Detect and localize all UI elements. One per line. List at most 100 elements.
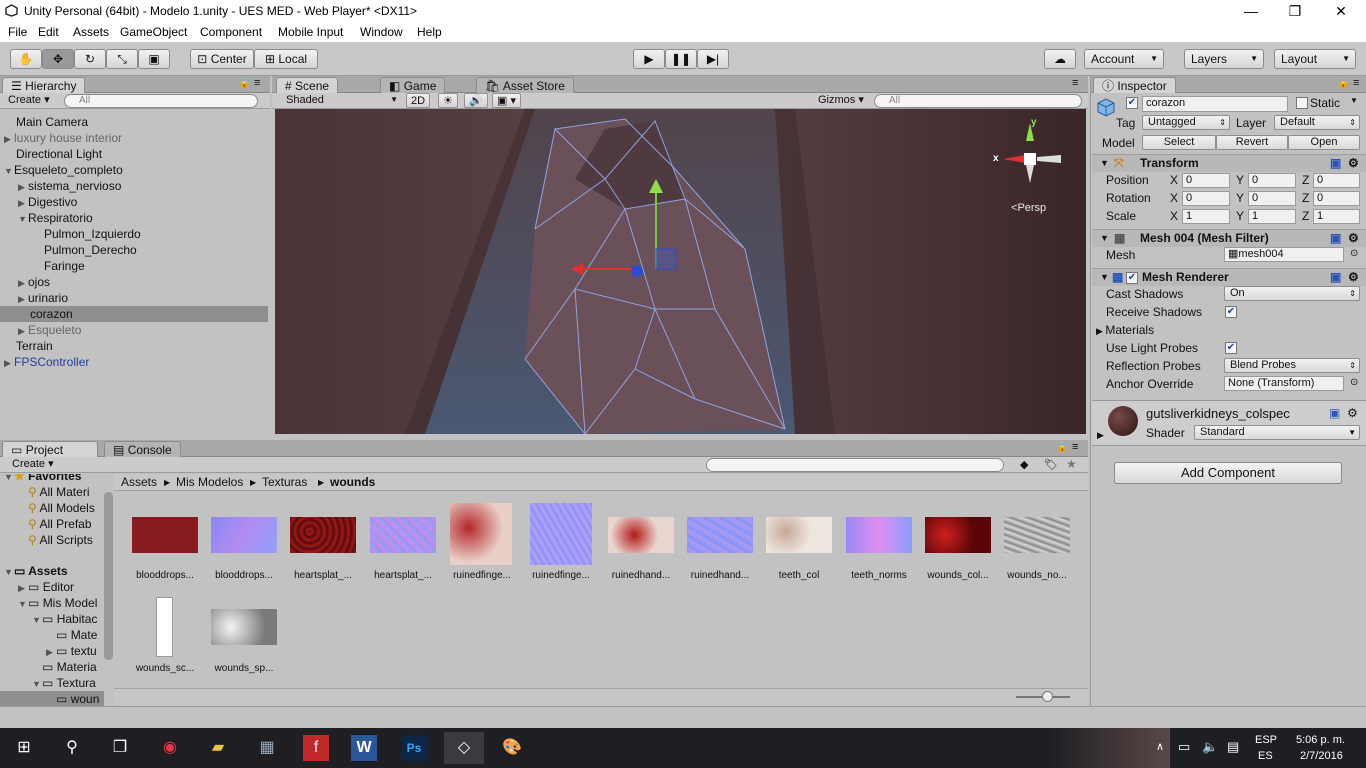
mesh-filter-header[interactable]: ▼ ▦ Mesh 004 (Mesh Filter) ▣ ⚙ bbox=[1092, 229, 1366, 247]
collapse-arrow-icon[interactable]: ▼ bbox=[18, 596, 28, 612]
keyboard-icon[interactable]: ▤ bbox=[1227, 739, 1239, 755]
breadcrumb-wounds[interactable]: wounds bbox=[330, 474, 375, 491]
volume-icon[interactable]: 🔈 bbox=[1202, 739, 1218, 755]
texture-thumbnail[interactable] bbox=[370, 517, 436, 553]
effects-dropdown-icon[interactable]: ▣ ▾ bbox=[492, 93, 521, 108]
search-icon[interactable]: ⚲ bbox=[52, 732, 92, 764]
mesh-renderer-header[interactable]: ▼ ▦ ✔ Mesh Renderer ▣ ⚙ bbox=[1092, 268, 1366, 286]
rotate-tool-icon[interactable]: ↻ bbox=[74, 49, 106, 69]
asset-label[interactable]: wounds_no... bbox=[998, 570, 1076, 581]
hierarchy-item-digestivo[interactable]: ▶ Digestivo bbox=[0, 194, 268, 210]
tree-all-models[interactable]: ⚲ All Models bbox=[0, 500, 104, 516]
help-icon[interactable]: ▣ bbox=[1329, 406, 1340, 420]
tab-project[interactable]: ▭ Project bbox=[2, 441, 98, 457]
add-component-button[interactable]: Add Component bbox=[1114, 462, 1342, 484]
flash-icon[interactable]: f bbox=[303, 735, 329, 761]
cloud-button[interactable]: ☁ bbox=[1044, 49, 1076, 69]
hierarchy-item-faringe[interactable]: Faringe bbox=[0, 258, 268, 274]
model-revert-button[interactable]: Revert bbox=[1216, 135, 1288, 150]
rect-tool-icon[interactable]: ▣ bbox=[138, 49, 170, 69]
keyboard-layout-label[interactable]: ES bbox=[1258, 750, 1273, 762]
rotation-z-field[interactable]: 0 bbox=[1313, 191, 1360, 206]
texture-thumbnail[interactable] bbox=[766, 517, 832, 553]
orientation-gizmo[interactable]: y x bbox=[993, 117, 1065, 199]
texture-thumbnail[interactable] bbox=[132, 517, 198, 553]
hierarchy-item-fpscontroller[interactable]: ▶ FPSController bbox=[0, 354, 268, 370]
menu-icon[interactable]: ≡ bbox=[254, 77, 260, 89]
static-checkbox[interactable] bbox=[1296, 97, 1308, 109]
hierarchy-item-urinario[interactable]: ▶ urinario bbox=[0, 290, 268, 306]
step-button[interactable]: ▶| bbox=[697, 49, 729, 69]
menu-icon[interactable]: ≡ bbox=[1072, 441, 1078, 453]
model-select-button[interactable]: Select bbox=[1142, 135, 1216, 150]
menu-help[interactable]: Help bbox=[417, 25, 442, 39]
tree-all-scripts[interactable]: ⚲ All Scripts bbox=[0, 532, 104, 548]
hierarchy-item-sistema-nervioso[interactable]: ▶ sistema_nervioso bbox=[0, 178, 268, 194]
help-icon[interactable]: ▣ bbox=[1330, 155, 1341, 172]
position-z-field[interactable]: 0 bbox=[1313, 173, 1360, 188]
texture-thumbnail[interactable] bbox=[211, 517, 277, 553]
2d-toggle[interactable]: 2D bbox=[406, 93, 431, 108]
expand-arrow-icon[interactable]: ▶ bbox=[4, 355, 14, 371]
menu-file[interactable]: File bbox=[8, 25, 27, 39]
tree-materials[interactable]: ▭ Materia bbox=[0, 659, 104, 675]
transform-header[interactable]: ▼ ⤧ Transform ▣ ⚙ bbox=[1092, 154, 1366, 172]
mesh-renderer-enabled-checkbox[interactable]: ✔ bbox=[1126, 272, 1138, 284]
object-picker-icon[interactable]: ⊙ bbox=[1350, 248, 1358, 259]
menu-edit[interactable]: Edit bbox=[38, 25, 59, 39]
language-label[interactable]: ESP bbox=[1255, 734, 1277, 746]
favorite-star-icon[interactable]: ★ bbox=[1066, 457, 1077, 471]
tag-dropdown[interactable]: Untagged ⇕ bbox=[1142, 115, 1230, 130]
hierarchy-search-input[interactable]: All bbox=[64, 94, 258, 108]
asset-label[interactable]: ruinedhand... bbox=[681, 570, 759, 581]
menu-icon[interactable]: ≡ bbox=[1353, 77, 1359, 89]
scale-tool-icon[interactable]: ⤡ bbox=[106, 49, 138, 69]
asset-label[interactable]: heartsplat_... bbox=[364, 570, 442, 581]
tree-scrollbar[interactable] bbox=[104, 492, 113, 660]
dropdown-arrow-icon[interactable]: ▼ bbox=[1350, 96, 1358, 105]
network-icon[interactable]: ▭ bbox=[1178, 739, 1190, 755]
receive-shadows-checkbox[interactable]: ✔ bbox=[1225, 306, 1237, 318]
gear-icon[interactable]: ⚙ bbox=[1348, 269, 1359, 286]
play-button[interactable]: ▶ bbox=[633, 49, 665, 69]
filter-type-icon[interactable]: ◆ bbox=[1020, 458, 1028, 471]
asset-label[interactable]: ruinedfinge... bbox=[443, 570, 521, 581]
tree-editor[interactable]: ▶ ▭ Editor bbox=[0, 579, 104, 595]
texture-thumbnail[interactable] bbox=[1004, 517, 1070, 553]
texture-thumbnail[interactable] bbox=[290, 517, 356, 553]
photoshop-icon[interactable]: Ps bbox=[401, 735, 427, 761]
expand-arrow-icon[interactable]: ▶ bbox=[18, 323, 28, 339]
scene-viewport[interactable]: y x <Persp bbox=[275, 109, 1086, 434]
expand-arrow-icon[interactable]: ▶ bbox=[1097, 430, 1104, 441]
hand-tool-icon[interactable]: ✋ bbox=[10, 49, 42, 69]
movie-maker-icon[interactable]: ▦ bbox=[247, 732, 287, 764]
breadcrumb-assets[interactable]: Assets bbox=[121, 474, 157, 491]
tree-texturas[interactable]: ▼▭ Textura bbox=[0, 675, 104, 691]
lock-icon[interactable]: 🔒 bbox=[238, 78, 250, 89]
gizmos-dropdown[interactable]: Gizmos ▾ bbox=[814, 93, 868, 108]
project-search-input[interactable] bbox=[706, 458, 1004, 472]
texture-thumbnail[interactable] bbox=[608, 517, 674, 553]
paint-icon[interactable]: 🎨 bbox=[492, 732, 532, 764]
hierarchy-item-pulmon-izquierdo[interactable]: Pulmon_Izquierdo bbox=[0, 226, 268, 242]
hierarchy-item-corazon[interactable]: corazon bbox=[0, 306, 268, 322]
texture-thumbnail[interactable] bbox=[211, 609, 277, 645]
expand-arrow-icon[interactable]: ▶ bbox=[18, 179, 28, 195]
gear-icon[interactable]: ⚙ bbox=[1348, 230, 1359, 247]
tree-mis-modelos[interactable]: ▼▭ Mis Model bbox=[0, 595, 104, 611]
filter-label-icon[interactable]: 🏷 bbox=[1044, 458, 1058, 471]
tree-favorites[interactable]: ▼★ Favorites bbox=[0, 474, 104, 484]
windows-start-icon[interactable]: ⊞ bbox=[4, 732, 44, 764]
help-icon[interactable]: ▣ bbox=[1330, 230, 1341, 247]
scale-z-field[interactable]: 1 bbox=[1313, 209, 1360, 224]
tab-game[interactable]: ◧ Game bbox=[380, 77, 446, 93]
expand-arrow-icon[interactable]: ▶ bbox=[18, 291, 28, 307]
asset-label[interactable]: wounds_sp... bbox=[205, 663, 283, 674]
tree-assets[interactable]: ▼▭ Assets bbox=[0, 563, 104, 579]
minimize-button[interactable]: — bbox=[1228, 0, 1274, 22]
close-button[interactable]: ✕ bbox=[1318, 0, 1364, 22]
clock-date[interactable]: 2/7/2016 bbox=[1300, 750, 1343, 762]
project-create-dropdown[interactable]: Create ▾ bbox=[8, 457, 58, 472]
tree-habitacion[interactable]: ▼▭ Habitac bbox=[0, 611, 104, 627]
layers-dropdown[interactable]: Layers ▼ bbox=[1184, 49, 1264, 69]
